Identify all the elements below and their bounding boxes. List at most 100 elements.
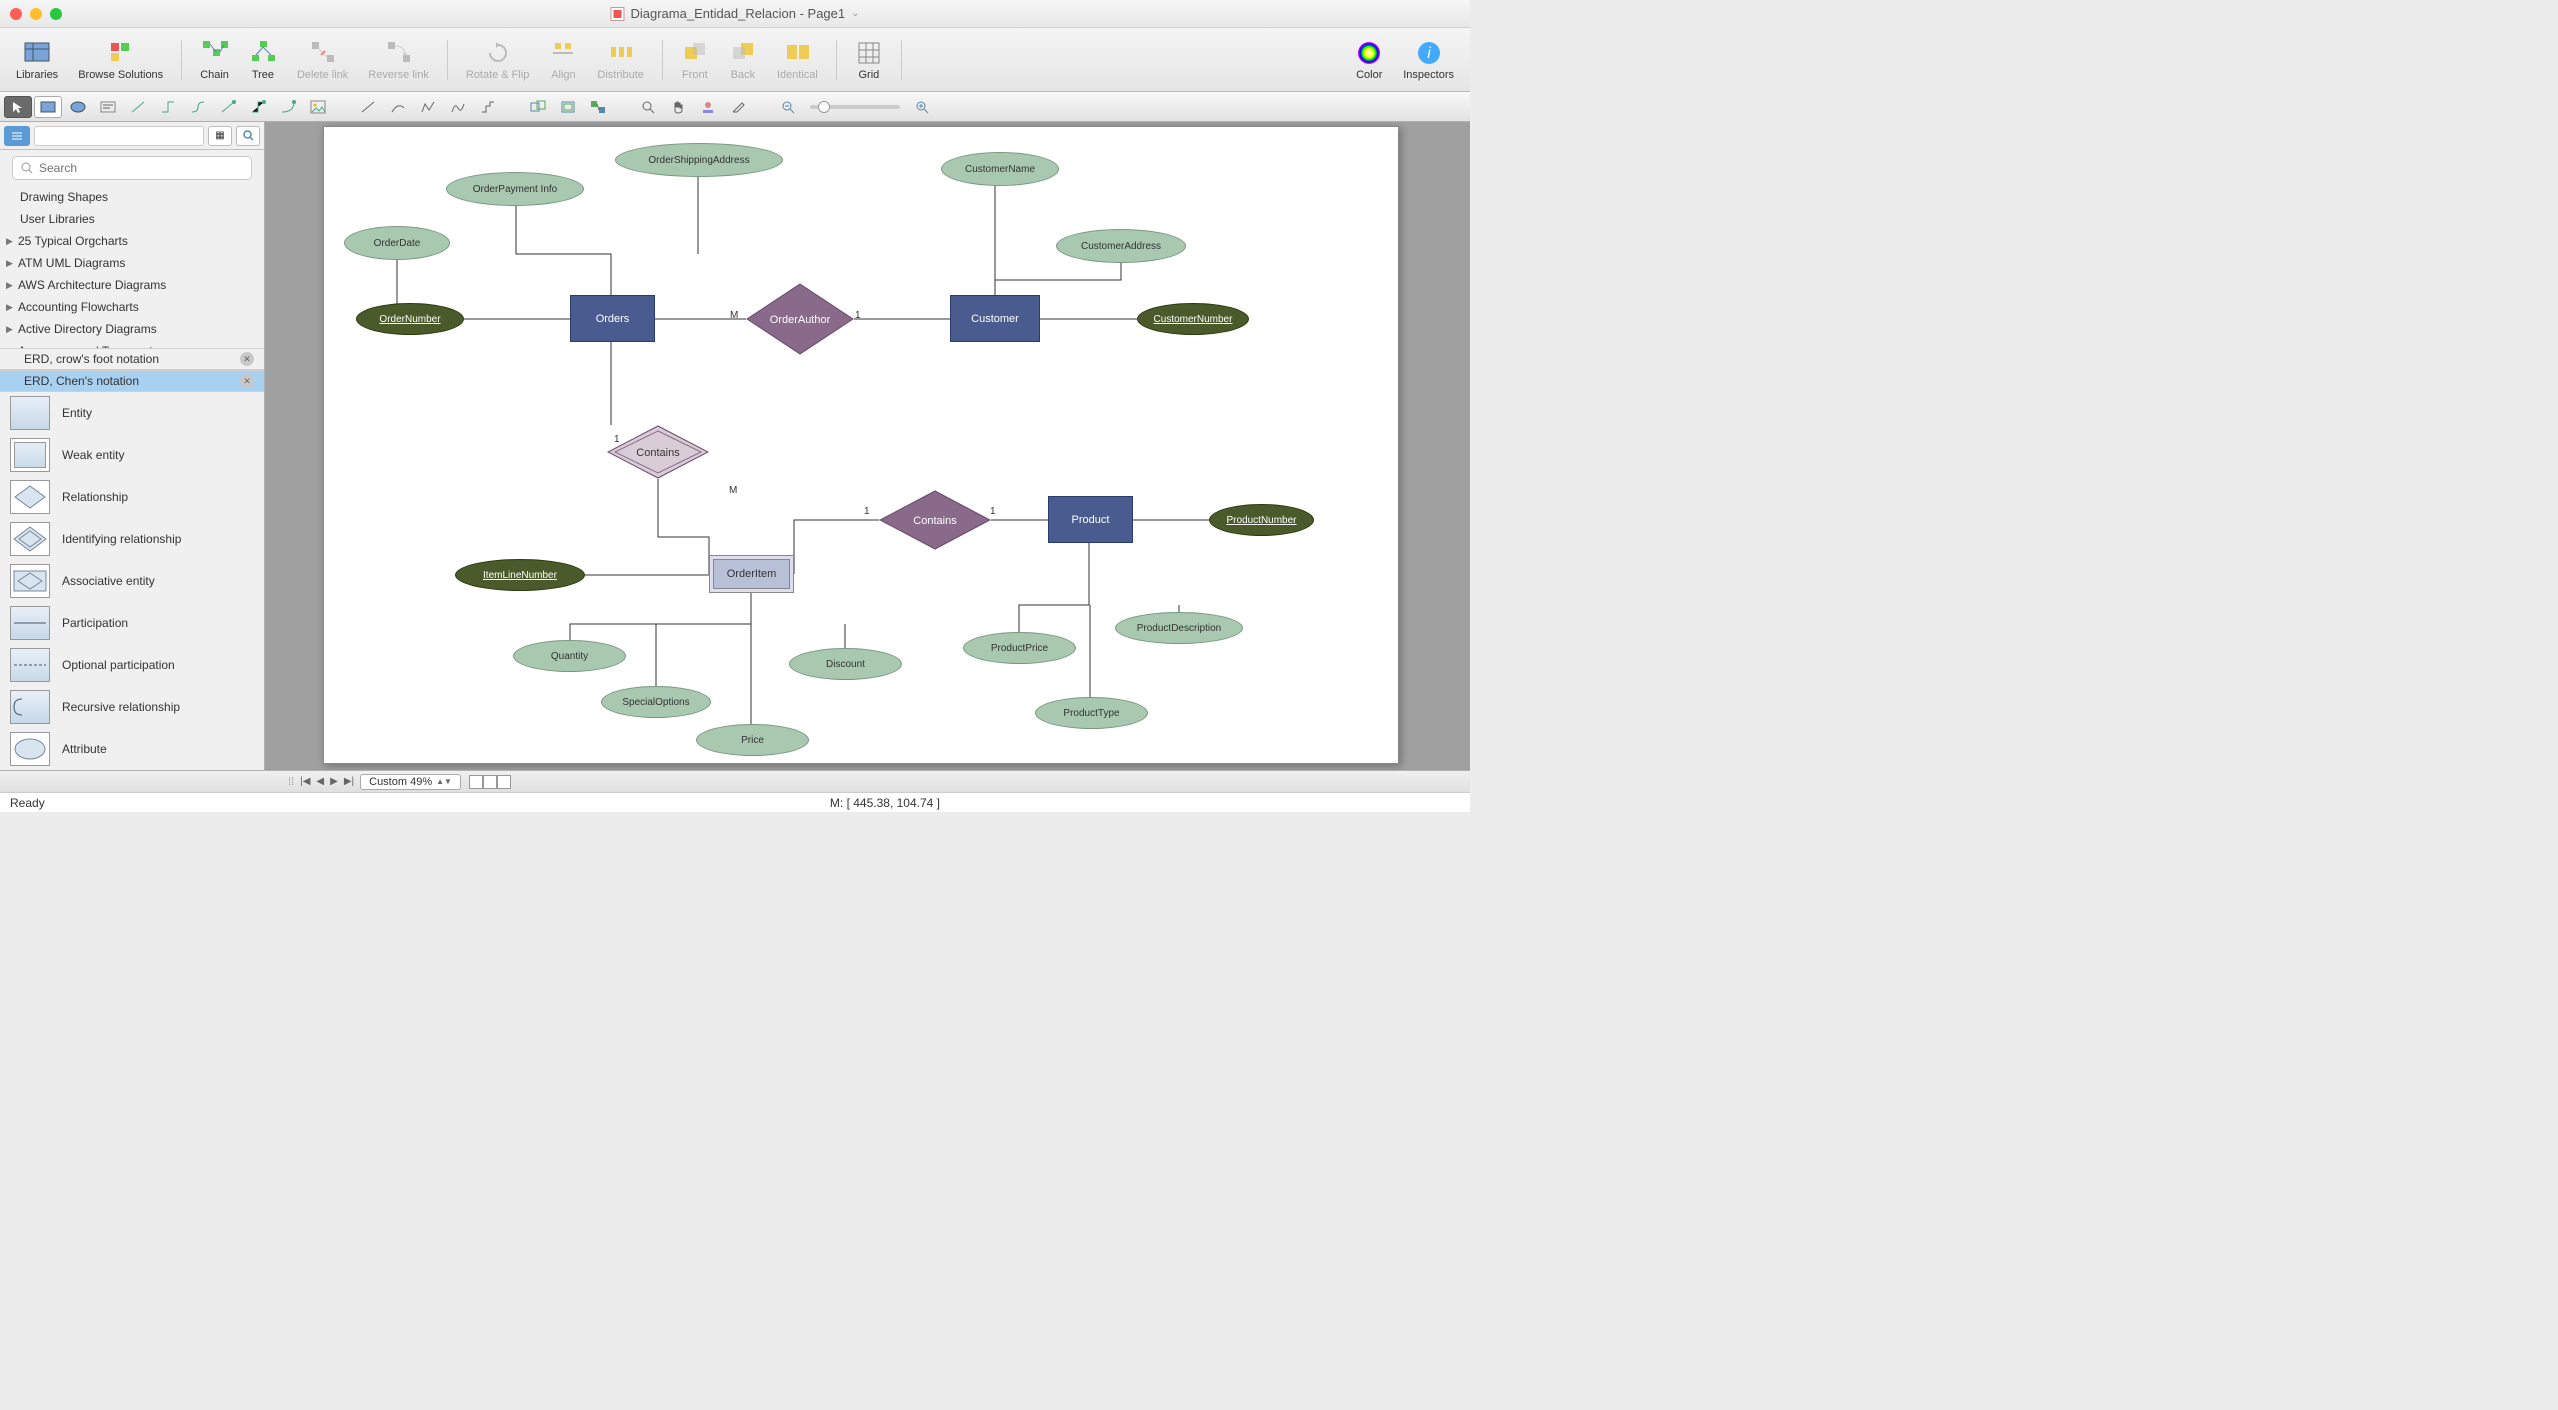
shape-palette-item[interactable]: Attribute bbox=[0, 728, 264, 770]
zoom-in-button[interactable] bbox=[908, 96, 936, 118]
group-tool-2[interactable] bbox=[554, 96, 582, 118]
search-input[interactable] bbox=[39, 161, 243, 175]
shape-palette-item[interactable]: Associative entity bbox=[0, 560, 264, 602]
toolbar-identical: Identical bbox=[769, 37, 826, 83]
page-strip[interactable] bbox=[469, 775, 511, 789]
attribute-productnum[interactable]: ProductNumber bbox=[1209, 504, 1314, 536]
attribute-producttype[interactable]: ProductType bbox=[1035, 697, 1148, 729]
sidebar-filter-input[interactable] bbox=[34, 126, 204, 146]
close-window-button[interactable] bbox=[10, 8, 22, 20]
connector-tool-1[interactable] bbox=[124, 96, 152, 118]
maximize-window-button[interactable] bbox=[50, 8, 62, 20]
connector-tool-6[interactable] bbox=[274, 96, 302, 118]
connector-tool-4[interactable] bbox=[214, 96, 242, 118]
connector-tool-5[interactable] bbox=[244, 96, 272, 118]
attribute-ordernumber[interactable]: OrderNumber bbox=[356, 303, 464, 335]
library-item[interactable]: User Libraries bbox=[0, 208, 264, 230]
shape-palette[interactable]: EntityWeak entityRelationshipIdentifying… bbox=[0, 392, 264, 770]
footer-bar: Ready M: [ 445.38, 104.74 ] bbox=[0, 792, 1470, 812]
library-item[interactable]: ▶ATM UML Diagrams bbox=[0, 252, 264, 274]
page-nav-buttons[interactable]: |◀◀▶▶| bbox=[298, 776, 356, 787]
search-field[interactable] bbox=[12, 156, 252, 180]
line-tool-3[interactable] bbox=[414, 96, 442, 118]
line-tool-5[interactable] bbox=[474, 96, 502, 118]
line-tool-1[interactable] bbox=[354, 96, 382, 118]
splitter-handle[interactable]: ⁞⁞ bbox=[288, 776, 294, 788]
attribute-customernum[interactable]: CustomerNumber bbox=[1137, 303, 1249, 335]
shape-palette-item[interactable]: Relationship bbox=[0, 476, 264, 518]
library-item[interactable]: ▶Accounting Flowcharts bbox=[0, 296, 264, 318]
weak-entity-orderitem[interactable]: OrderItem bbox=[709, 555, 794, 593]
canvas-page[interactable]: Orders Customer Product OrderItem OrderAutho… bbox=[323, 126, 1399, 764]
library-tabs: ERD, crow's foot notation✕ERD, Chen's no… bbox=[0, 348, 264, 392]
toolbar-libraries[interactable]: Libraries bbox=[8, 37, 66, 83]
library-tab[interactable]: ERD, Chen's notation✕ bbox=[0, 370, 264, 392]
library-item[interactable]: ▶AWS Architecture Diagrams bbox=[0, 274, 264, 296]
shape-palette-item[interactable]: Recursive relationship bbox=[0, 686, 264, 728]
attribute-itemline[interactable]: ItemLineNumber bbox=[455, 559, 585, 591]
zoom-slider[interactable] bbox=[810, 105, 900, 109]
library-item[interactable]: ▶Active Directory Diagrams bbox=[0, 318, 264, 340]
relationship-contains2[interactable]: Contains bbox=[879, 490, 991, 550]
attribute-orderpayment[interactable]: OrderPayment Info bbox=[446, 172, 584, 206]
entity-product[interactable]: Product bbox=[1048, 496, 1133, 543]
library-item[interactable]: Drawing Shapes bbox=[0, 186, 264, 208]
ellipse-tool[interactable] bbox=[64, 96, 92, 118]
library-list[interactable]: Drawing ShapesUser Libraries▶25 Typical … bbox=[0, 186, 264, 348]
entity-orders[interactable]: Orders bbox=[570, 295, 655, 342]
zoom-tool[interactable] bbox=[634, 96, 662, 118]
insert-image-tool[interactable] bbox=[304, 96, 332, 118]
toolbar-delete-link: Delete link bbox=[289, 37, 356, 83]
shape-palette-item[interactable]: Optional participation bbox=[0, 644, 264, 686]
line-tool-4[interactable] bbox=[444, 96, 472, 118]
attribute-quantity[interactable]: Quantity bbox=[513, 640, 626, 672]
relationship-contains1[interactable]: Contains bbox=[607, 425, 709, 479]
shape-palette-item[interactable]: Entity bbox=[0, 392, 264, 434]
zoom-selector[interactable]: Custom 49%▲▼ bbox=[360, 774, 461, 790]
toolbar-browse-solutions[interactable]: Browse Solutions bbox=[70, 37, 171, 83]
attribute-customeraddr[interactable]: CustomerAddress bbox=[1056, 229, 1186, 263]
shape-palette-item[interactable]: Participation bbox=[0, 602, 264, 644]
rect-tool[interactable] bbox=[34, 96, 62, 118]
text-tool[interactable] bbox=[94, 96, 122, 118]
zoom-out-button[interactable] bbox=[774, 96, 802, 118]
grid-view-button[interactable]: ▦ bbox=[208, 126, 232, 146]
attribute-price[interactable]: Price bbox=[696, 724, 809, 756]
chevron-down-icon[interactable]: ⌄ bbox=[851, 8, 859, 19]
hand-tool[interactable] bbox=[664, 96, 692, 118]
attribute-discount[interactable]: Discount bbox=[789, 648, 902, 680]
entity-customer[interactable]: Customer bbox=[950, 295, 1040, 342]
library-item[interactable]: ▶Aerospace and Transport bbox=[0, 340, 264, 348]
canvas-area[interactable]: Orders Customer Product OrderItem OrderAutho… bbox=[265, 122, 1470, 770]
minimize-window-button[interactable] bbox=[30, 8, 42, 20]
attribute-customername[interactable]: CustomerName bbox=[941, 152, 1059, 186]
stamp-tool[interactable] bbox=[694, 96, 722, 118]
library-item[interactable]: ▶25 Typical Orgcharts bbox=[0, 230, 264, 252]
pencil-tool[interactable] bbox=[724, 96, 752, 118]
toolbar-inspectors[interactable]: iInspectors bbox=[1395, 37, 1462, 83]
attribute-specialopt[interactable]: SpecialOptions bbox=[601, 686, 711, 718]
line-tool-2[interactable] bbox=[384, 96, 412, 118]
group-tool-3[interactable] bbox=[584, 96, 612, 118]
library-tab[interactable]: ERD, crow's foot notation✕ bbox=[0, 348, 264, 370]
pointer-tool[interactable] bbox=[4, 96, 32, 118]
relationship-orderauthor[interactable]: OrderAuthor bbox=[746, 283, 854, 355]
attribute-productprice[interactable]: ProductPrice bbox=[963, 632, 1076, 664]
shape-palette-item[interactable]: Identifying relationship bbox=[0, 518, 264, 560]
search-view-button[interactable] bbox=[236, 126, 260, 146]
shape-palette-item[interactable]: Weak entity bbox=[0, 434, 264, 476]
close-tab-icon[interactable]: ✕ bbox=[240, 374, 254, 388]
connector-tool-3[interactable] bbox=[184, 96, 212, 118]
attribute-productdesc[interactable]: ProductDescription bbox=[1115, 612, 1243, 644]
toolbar-chain[interactable]: Chain bbox=[192, 37, 237, 83]
toolbar-color[interactable]: Color bbox=[1347, 37, 1391, 83]
toolbar-grid[interactable]: Grid bbox=[847, 37, 891, 83]
toolbar-tree[interactable]: Tree bbox=[241, 37, 285, 83]
close-tab-icon[interactable]: ✕ bbox=[240, 352, 254, 366]
connector-tool-2[interactable] bbox=[154, 96, 182, 118]
attribute-ordership[interactable]: OrderShippingAddress bbox=[615, 143, 783, 177]
cardinality-label: 1 bbox=[614, 434, 620, 445]
attribute-orderdate[interactable]: OrderDate bbox=[344, 226, 450, 260]
group-tool-1[interactable] bbox=[524, 96, 552, 118]
sidebar-toggle-icon[interactable] bbox=[4, 126, 30, 146]
